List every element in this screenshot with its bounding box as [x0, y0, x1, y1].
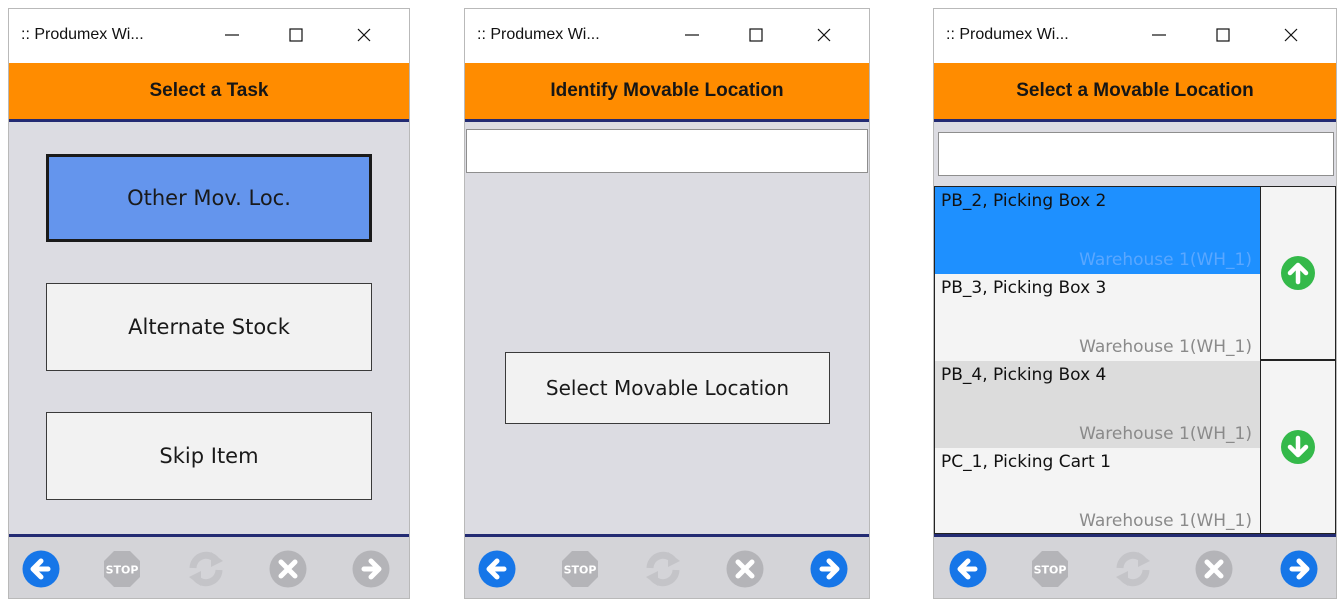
footer-toolbar: STOP [465, 534, 869, 598]
location-list-panel: PB_2, Picking Box 2 Warehouse 1(WH_1) PB… [934, 122, 1336, 534]
skip-item-button[interactable]: Skip Item [46, 412, 372, 500]
scroll-down-button[interactable] [1260, 360, 1336, 534]
close-icon [357, 28, 371, 42]
cancel-icon [269, 550, 307, 588]
stop-label: STOP [1034, 564, 1067, 577]
scan-input[interactable] [938, 132, 1334, 176]
window-identify-movable-location: :: Produmex Wi... Identify Movable Locat… [464, 8, 870, 599]
location-warehouse: Warehouse 1(WH_1) [1079, 511, 1252, 531]
list-item[interactable]: PB_2, Picking Box 2 Warehouse 1(WH_1) [935, 187, 1260, 274]
location-warehouse: Warehouse 1(WH_1) [1079, 424, 1252, 444]
stop-label: STOP [106, 564, 139, 577]
movable-location-list[interactable]: PB_2, Picking Box 2 Warehouse 1(WH_1) PB… [934, 186, 1260, 534]
refresh-icon [646, 551, 680, 587]
scan-input[interactable] [466, 129, 868, 173]
maximize-button[interactable] [281, 21, 311, 49]
refresh-button[interactable] [1113, 549, 1153, 589]
cancel-button[interactable] [725, 549, 765, 589]
list-item[interactable]: PC_1, Picking Cart 1 Warehouse 1(WH_1) [935, 448, 1260, 533]
arrow-right-icon [1280, 550, 1318, 588]
arrow-up-icon [1281, 256, 1315, 290]
cancel-icon [1195, 550, 1233, 588]
stop-button[interactable]: STOP [102, 549, 142, 589]
stop-icon: STOP [562, 551, 598, 587]
list-item[interactable]: PB_3, Picking Box 3 Warehouse 1(WH_1) [935, 274, 1260, 361]
maximize-button[interactable] [1208, 21, 1238, 49]
arrow-right-icon [810, 550, 848, 588]
title-bar: :: Produmex Wi... [9, 9, 409, 63]
screen-header: Select a Movable Location [934, 63, 1336, 122]
footer-toolbar: STOP [9, 534, 409, 598]
next-button[interactable] [1279, 549, 1319, 589]
screen-title: Select a Movable Location [1016, 80, 1254, 101]
arrow-down-icon [1281, 430, 1315, 464]
maximize-icon [289, 28, 303, 42]
select-movable-location-button[interactable]: Select Movable Location [505, 352, 830, 424]
close-icon [1284, 28, 1298, 42]
refresh-button[interactable] [643, 549, 683, 589]
stop-button[interactable]: STOP [1030, 549, 1070, 589]
refresh-button[interactable] [186, 549, 226, 589]
window-title: :: Produmex Wi... [477, 26, 600, 43]
location-name: PB_3, Picking Box 3 [941, 278, 1107, 298]
minimize-icon [1152, 34, 1166, 36]
arrow-right-icon [352, 550, 390, 588]
arrow-left-icon [949, 550, 987, 588]
next-button[interactable] [809, 549, 849, 589]
close-button[interactable] [1276, 21, 1306, 49]
footer-toolbar: STOP [934, 534, 1336, 598]
identify-panel: Select Movable Location [465, 122, 869, 534]
task-panel: Other Mov. Loc. Alternate Stock Skip Ite… [9, 122, 409, 534]
maximize-button[interactable] [741, 21, 771, 49]
next-button[interactable] [351, 549, 391, 589]
minimize-button[interactable] [1144, 21, 1174, 49]
stop-label: STOP [564, 564, 597, 577]
close-button[interactable] [349, 21, 379, 49]
screen-title: Identify Movable Location [550, 80, 784, 101]
close-button[interactable] [809, 21, 839, 49]
cancel-icon [726, 550, 764, 588]
stop-button[interactable]: STOP [560, 549, 600, 589]
cancel-button[interactable] [1194, 549, 1234, 589]
screen-header: Select a Task [9, 63, 409, 122]
title-bar: :: Produmex Wi... [465, 9, 869, 63]
minimize-icon [685, 34, 699, 36]
minimize-button[interactable] [217, 21, 247, 49]
screen-title: Select a Task [149, 80, 269, 101]
maximize-icon [1216, 28, 1230, 42]
alternate-stock-button[interactable]: Alternate Stock [46, 283, 372, 371]
arrow-left-icon [22, 550, 60, 588]
location-name: PB_4, Picking Box 4 [941, 365, 1107, 385]
scroll-up-button[interactable] [1260, 186, 1336, 360]
title-bar: :: Produmex Wi... [934, 9, 1336, 63]
stop-icon: STOP [1032, 551, 1068, 587]
refresh-icon [189, 551, 223, 587]
back-button[interactable] [948, 549, 988, 589]
window-select-movable-location: :: Produmex Wi... Select a Movable Locat… [933, 8, 1337, 599]
minimize-button[interactable] [677, 21, 707, 49]
location-warehouse: Warehouse 1(WH_1) [1079, 250, 1252, 270]
back-button[interactable] [21, 549, 61, 589]
minimize-icon [225, 34, 239, 36]
location-name: PB_2, Picking Box 2 [941, 191, 1107, 211]
list-item[interactable]: PB_4, Picking Box 4 Warehouse 1(WH_1) [935, 361, 1260, 448]
location-warehouse: Warehouse 1(WH_1) [1079, 337, 1252, 357]
cancel-button[interactable] [268, 549, 308, 589]
window-title: :: Produmex Wi... [21, 26, 144, 43]
window-title: :: Produmex Wi... [946, 26, 1069, 43]
screen-header: Identify Movable Location [465, 63, 869, 122]
refresh-icon [1116, 551, 1150, 587]
stop-icon: STOP [104, 551, 140, 587]
arrow-left-icon [478, 550, 516, 588]
window-select-task: :: Produmex Wi... Select a Task Other Mo… [8, 8, 410, 599]
back-button[interactable] [477, 549, 517, 589]
maximize-icon [749, 28, 763, 42]
location-name: PC_1, Picking Cart 1 [941, 452, 1111, 472]
close-icon [817, 28, 831, 42]
other-mov-loc-button[interactable]: Other Mov. Loc. [46, 154, 372, 242]
